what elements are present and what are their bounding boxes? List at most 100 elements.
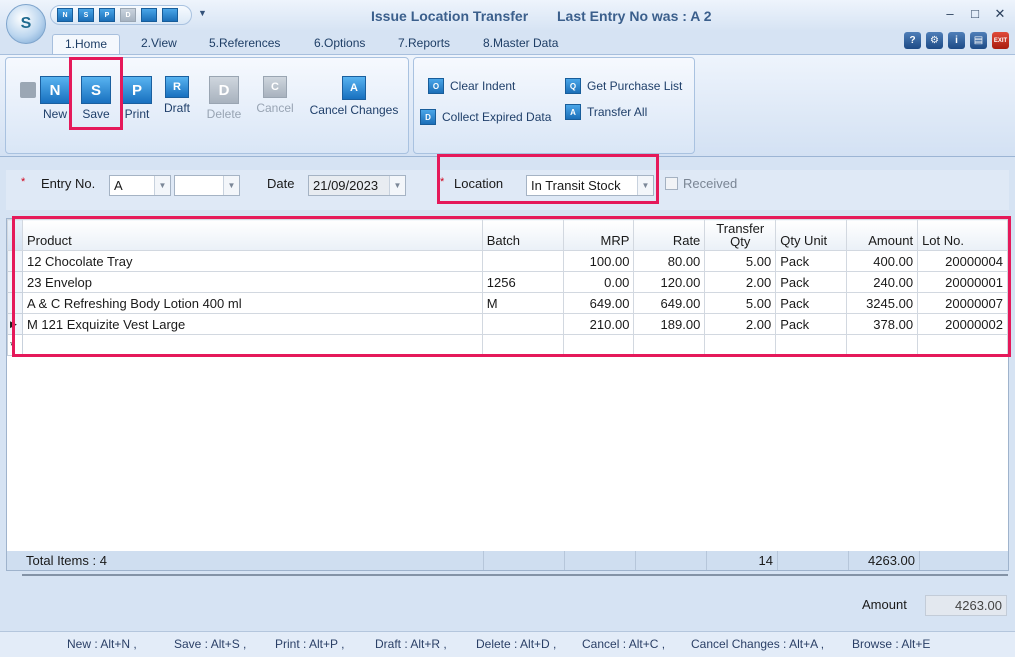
row-selector[interactable]	[7, 271, 23, 293]
current-row-pointer-icon[interactable]: ▶	[7, 313, 23, 335]
cell-lot-no[interactable]: 20000004	[917, 250, 1008, 272]
close-button[interactable]: ✕	[990, 6, 1010, 22]
collect-expired-data-button[interactable]: D Collect Expired Data	[420, 109, 551, 125]
cell-batch-new[interactable]	[481, 334, 564, 356]
cell-rate[interactable]: 649.00	[633, 292, 706, 314]
cell-batch[interactable]: 1256	[481, 271, 564, 293]
print-button[interactable]: P Print	[119, 76, 155, 121]
table-row[interactable]: 23 Envelop 1256 0.00 120.00 2.00 Pack 24…	[7, 271, 1008, 293]
date-picker[interactable]: 21/09/2023 ▼	[308, 175, 406, 196]
cell-product[interactable]: 12 Chocolate Tray	[21, 250, 483, 272]
cell-product[interactable]: M 121 Exquizite Vest Large	[21, 313, 483, 335]
chevron-down-icon[interactable]: ▼	[223, 176, 239, 195]
cell-qty-unit-new[interactable]	[775, 334, 848, 356]
maximize-button[interactable]: □	[965, 6, 985, 21]
chevron-down-icon[interactable]: ▼	[389, 176, 405, 195]
customize-toolbar-icon[interactable]: ▼	[198, 8, 207, 18]
cell-batch[interactable]: M	[481, 292, 564, 314]
new-button[interactable]: N New	[38, 76, 72, 121]
tab-reports[interactable]: 7.Reports	[392, 34, 456, 54]
cell-rate-new[interactable]	[633, 334, 706, 356]
quick-list-icon[interactable]	[162, 8, 178, 22]
cancel-changes-button[interactable]: A Cancel Changes	[306, 76, 402, 117]
cell-qty-unit[interactable]: Pack	[775, 313, 848, 335]
received-checkbox[interactable]	[665, 177, 678, 190]
transfer-all-button[interactable]: A Transfer All	[565, 104, 647, 120]
cell-mrp-new[interactable]	[562, 334, 635, 356]
cell-lot-no[interactable]: 20000001	[917, 271, 1008, 293]
location-select[interactable]: In Transit Stock ▼	[526, 175, 654, 196]
cell-qty-unit[interactable]: Pack	[775, 250, 848, 272]
table-new-row[interactable]: *	[7, 334, 1008, 356]
cell-transfer-qty[interactable]: 2.00	[704, 313, 777, 335]
cell-rate[interactable]: 189.00	[633, 313, 706, 335]
settings-icon[interactable]: ⚙	[926, 32, 943, 49]
column-header-qty-unit[interactable]: Qty Unit	[775, 219, 848, 251]
table-row[interactable]: 12 Chocolate Tray 100.00 80.00 5.00 Pack…	[7, 250, 1008, 272]
cell-lot-no[interactable]: 20000002	[917, 313, 1008, 335]
cell-product[interactable]: A & C Refreshing Body Lotion 400 ml	[21, 292, 483, 314]
column-header-transfer-qty[interactable]: Transfer Qty	[704, 219, 777, 251]
cell-amount[interactable]: 240.00	[846, 271, 919, 293]
cell-amount[interactable]: 3245.00	[846, 292, 919, 314]
cell-qty-unit[interactable]: Pack	[775, 292, 848, 314]
cell-batch[interactable]	[481, 250, 564, 272]
cell-product[interactable]: 23 Envelop	[21, 271, 483, 293]
entry-number-input[interactable]: ▼	[174, 175, 240, 196]
tab-options[interactable]: 6.Options	[308, 34, 371, 54]
transfer-items-grid[interactable]: Product Batch MRP Rate Transfer Qty Qty …	[6, 218, 1009, 571]
cell-mrp[interactable]: 100.00	[562, 250, 635, 272]
cell-transfer-qty[interactable]: 5.00	[704, 250, 777, 272]
chevron-down-icon[interactable]: ▼	[154, 176, 170, 195]
minimize-button[interactable]: –	[940, 6, 960, 21]
new-row-marker[interactable]: *	[7, 334, 23, 356]
cell-rate[interactable]: 80.00	[633, 250, 706, 272]
cell-lot-no[interactable]: 20000007	[917, 292, 1008, 314]
cell-amount[interactable]: 378.00	[846, 313, 919, 335]
cell-lot-no-new[interactable]	[917, 334, 1008, 356]
table-row-current[interactable]: ▶ M 121 Exquizite Vest Large 210.00 189.…	[7, 313, 1008, 335]
chevron-down-icon[interactable]: ▼	[637, 176, 653, 195]
cell-rate[interactable]: 120.00	[633, 271, 706, 293]
cell-amount[interactable]: 400.00	[846, 250, 919, 272]
row-selector[interactable]	[7, 250, 23, 272]
cell-transfer-qty[interactable]: 2.00	[704, 271, 777, 293]
help-icon[interactable]: ?	[904, 32, 921, 49]
save-button[interactable]: S Save	[79, 76, 113, 121]
cell-transfer-qty[interactable]: 5.00	[704, 292, 777, 314]
draft-button[interactable]: R Draft	[160, 76, 194, 115]
tab-view[interactable]: 2.View	[135, 34, 183, 54]
column-header-rate[interactable]: Rate	[633, 219, 706, 251]
cell-product-new[interactable]	[21, 334, 483, 356]
app-menu-orb-icon[interactable]: S	[6, 4, 46, 44]
quick-browse-icon[interactable]	[141, 8, 157, 22]
tab-references[interactable]: 5.References	[203, 34, 286, 54]
quick-new-icon[interactable]: N	[57, 8, 73, 22]
cell-transfer-qty-new[interactable]	[704, 334, 777, 356]
cell-mrp[interactable]: 649.00	[562, 292, 635, 314]
column-header-product[interactable]: Product	[21, 219, 483, 251]
cell-qty-unit[interactable]: Pack	[775, 271, 848, 293]
help-icon-group: ? ⚙ i ▤ EXIT	[904, 32, 1009, 49]
quick-save-icon[interactable]: S	[78, 8, 94, 22]
column-header-amount[interactable]: Amount	[846, 219, 919, 251]
horizontal-scrollbar[interactable]	[22, 574, 1008, 578]
quick-print-icon[interactable]: P	[99, 8, 115, 22]
cell-batch[interactable]	[481, 313, 564, 335]
cell-mrp[interactable]: 0.00	[562, 271, 635, 293]
info-icon[interactable]: i	[948, 32, 965, 49]
column-header-lot-no[interactable]: Lot No.	[917, 219, 1008, 251]
clear-indent-button[interactable]: O Clear Indent	[428, 78, 515, 94]
entry-prefix-select[interactable]: A ▼	[109, 175, 171, 196]
cell-mrp[interactable]: 210.00	[562, 313, 635, 335]
column-header-batch[interactable]: Batch	[481, 219, 564, 251]
table-row[interactable]: A & C Refreshing Body Lotion 400 ml M 64…	[7, 292, 1008, 314]
row-selector[interactable]	[7, 292, 23, 314]
cell-amount-new[interactable]	[846, 334, 919, 356]
exit-icon[interactable]: EXIT	[992, 32, 1009, 49]
notes-icon[interactable]: ▤	[970, 32, 987, 49]
tab-home[interactable]: 1.Home	[52, 34, 121, 54]
get-purchase-list-button[interactable]: Q Get Purchase List	[565, 78, 682, 94]
tab-master-data[interactable]: 8.Master Data	[477, 34, 564, 54]
column-header-mrp[interactable]: MRP	[562, 219, 635, 251]
